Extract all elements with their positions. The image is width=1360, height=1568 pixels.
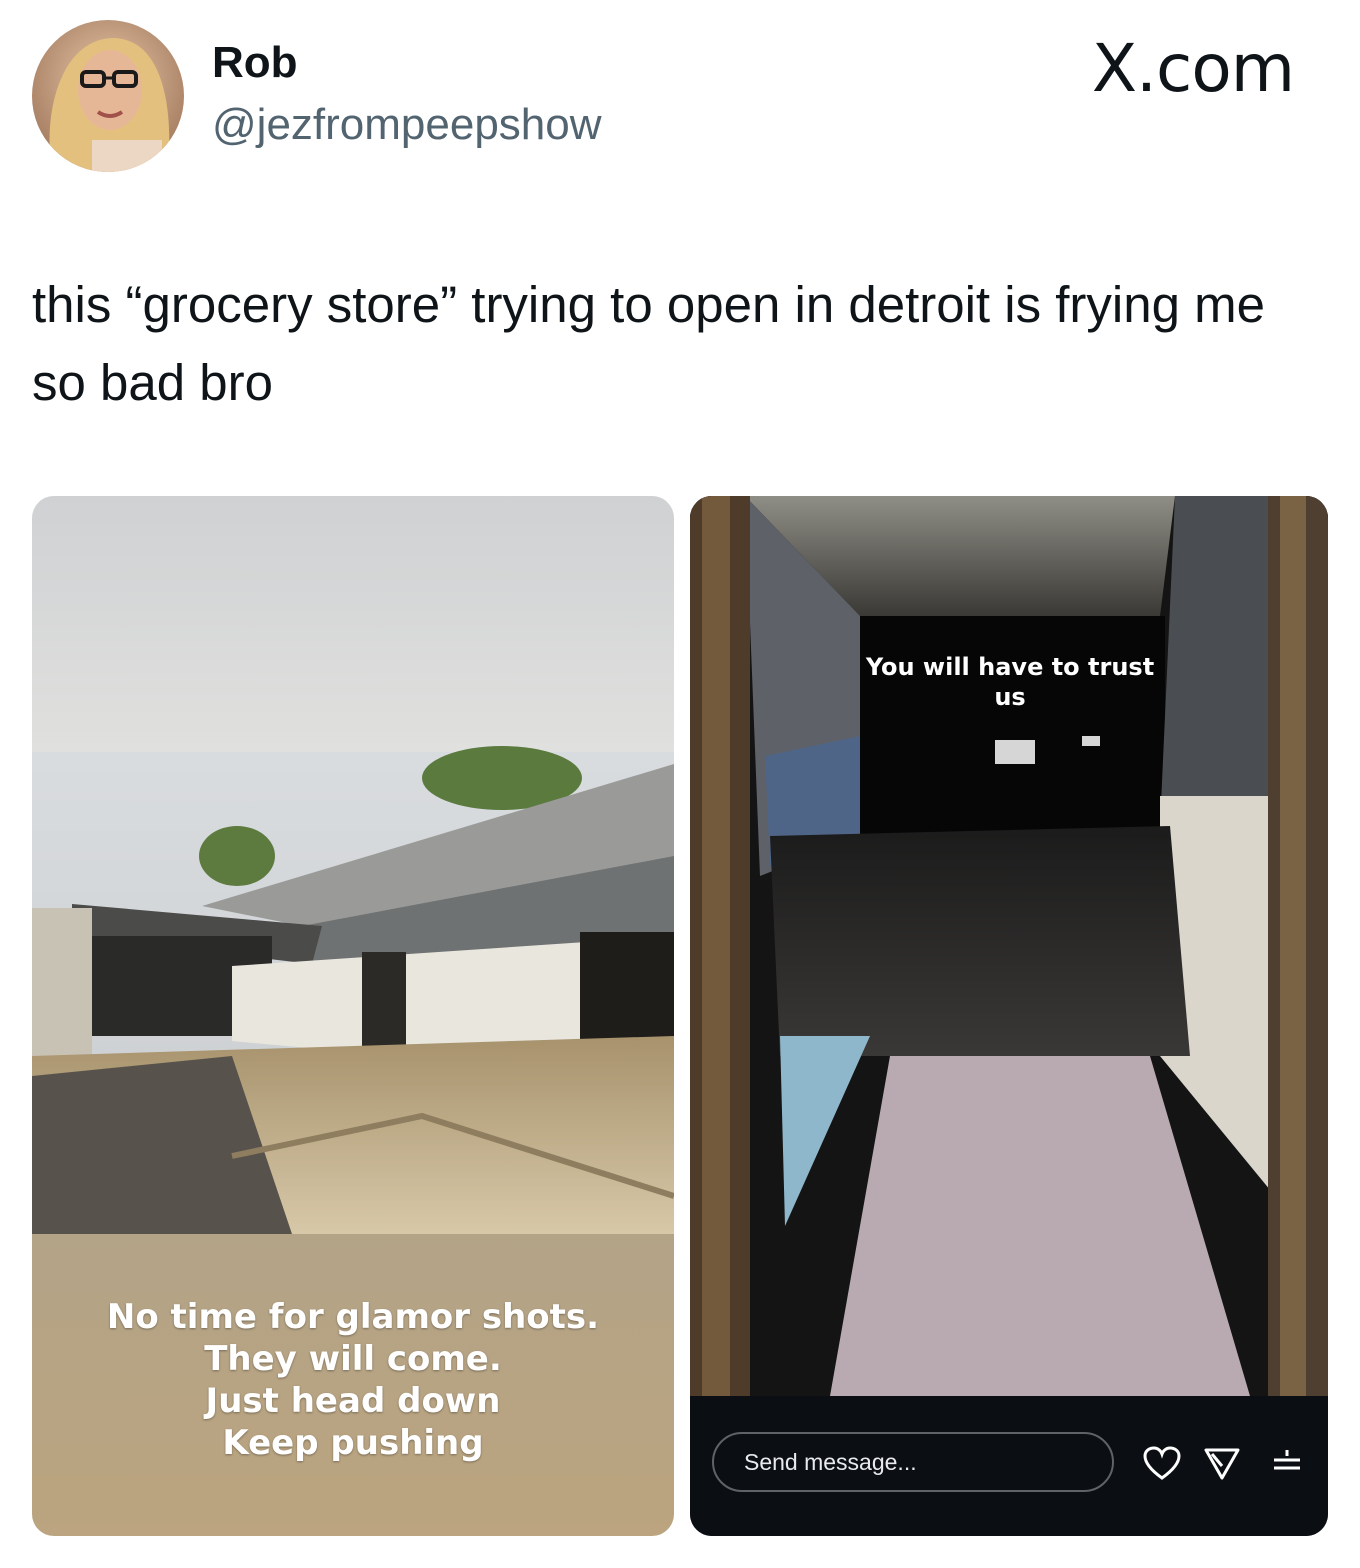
menu-icon[interactable] [1268,1446,1308,1482]
story-image-left[interactable]: No time for glamor shots. They will come… [32,496,674,1536]
story-caption-line: They will come. [204,1339,502,1379]
story-image-right[interactable]: You will have to trust us [690,496,1328,1536]
story-caption-left: No time for glamor shots. They will come… [32,1296,674,1464]
user-name[interactable]: Rob [212,38,298,88]
story-caption-line: No time for glamor shots. [106,1297,600,1337]
user-handle[interactable]: @jezfrompeepshow [212,100,602,150]
building-interior-photo [690,496,1328,1396]
heart-icon[interactable] [1142,1446,1182,1482]
avatar[interactable] [32,20,184,172]
story-caption-line: Just head down [205,1381,501,1421]
story-caption-line: Keep pushing [222,1423,484,1463]
send-message-input[interactable] [712,1432,1114,1492]
story-caption-right: You will have to trust us [865,653,1155,711]
send-icon[interactable] [1202,1446,1242,1482]
tweet-text: this “grocery store” trying to open in d… [32,276,1265,411]
message-bar [690,1396,1328,1536]
site-label: X.com [1091,30,1295,107]
